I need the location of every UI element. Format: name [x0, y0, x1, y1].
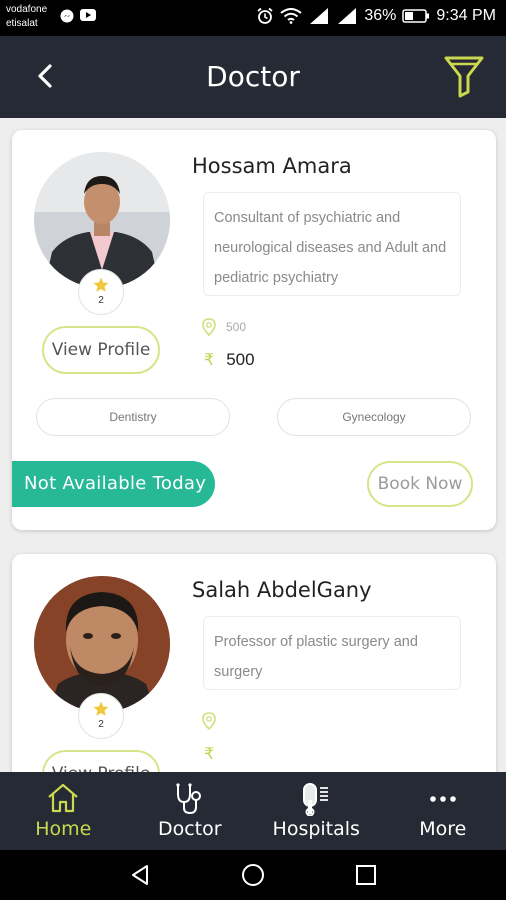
- view-profile-button[interactable]: View Profile: [42, 750, 160, 772]
- availability-badge: Not Available Today: [12, 461, 215, 507]
- doctor-description: Professor of plastic surgery and surgery: [203, 616, 461, 690]
- nav-doctor-label: Doctor: [157, 818, 222, 840]
- price-value: 500: [226, 350, 255, 369]
- rating-count: 2: [98, 719, 104, 730]
- price-row: ₹: [204, 744, 226, 764]
- doctor-card[interactable]: 2 Hossam Amara Consultant of psychiatric…: [12, 130, 496, 530]
- system-back-icon[interactable]: [128, 863, 152, 887]
- carrier-name-2: etisalat: [6, 18, 38, 29]
- wifi-icon: [280, 8, 302, 24]
- system-home-icon[interactable]: [241, 863, 265, 887]
- bottom-navigation: Home Doctor Hospitals More: [0, 772, 506, 850]
- rating-badge: 2: [78, 269, 124, 315]
- doctor-photo: [34, 576, 170, 712]
- stethoscope-icon: [176, 783, 201, 815]
- system-recents-icon[interactable]: [354, 863, 378, 887]
- more-dots-icon: [429, 796, 456, 802]
- app-bar: Doctor: [0, 36, 506, 118]
- price-row: ₹ 500: [204, 350, 255, 370]
- page-title: Doctor: [206, 60, 300, 93]
- messenger-icon: [60, 9, 74, 23]
- doctor-description: Consultant of psychiatric and neurologic…: [203, 192, 461, 296]
- status-time: 9:34 PM: [436, 7, 496, 24]
- nav-hospitals[interactable]: Hospitals: [253, 772, 380, 850]
- view-profile-button[interactable]: View Profile: [42, 326, 160, 374]
- system-navigation-bar: [0, 850, 506, 900]
- specialty-tag[interactable]: Gynecology: [277, 398, 471, 436]
- location-text: 500: [226, 320, 247, 334]
- doctor-name: Salah AbdelGany: [192, 578, 372, 602]
- currency-icon: ₹: [204, 746, 215, 763]
- doctor-photo: [34, 152, 170, 288]
- battery-icon: [402, 9, 430, 23]
- status-bar: vodafone etisalat 36% 9:34 PM: [0, 0, 506, 36]
- doctor-card[interactable]: 2 Salah AbdelGany Professor of plastic s…: [12, 554, 496, 772]
- signal-icon-1: [310, 8, 329, 24]
- nav-doctor[interactable]: Doctor: [127, 772, 254, 850]
- signal-icon-2: [338, 8, 357, 24]
- specialty-tag[interactable]: Dentistry: [36, 398, 230, 436]
- location-pin-icon: [202, 712, 216, 730]
- star-icon: [93, 701, 109, 716]
- nav-more[interactable]: More: [380, 772, 506, 850]
- location-row: [202, 712, 226, 730]
- nav-hospitals-label: Hospitals: [272, 818, 360, 840]
- currency-icon: ₹: [204, 352, 215, 369]
- rating-count: 2: [98, 295, 104, 306]
- hospital-icon: [303, 783, 329, 816]
- carrier-name-1: vodafone: [6, 4, 48, 15]
- location-row: 500: [202, 318, 246, 336]
- battery-percent: 36%: [364, 7, 397, 24]
- home-icon: [48, 783, 78, 813]
- doctor-list[interactable]: 2 Hossam Amara Consultant of psychiatric…: [0, 118, 506, 772]
- rating-badge: 2: [78, 693, 124, 739]
- alarm-icon: [257, 7, 273, 24]
- book-now-button[interactable]: Book Now: [367, 461, 473, 507]
- doctor-name: Hossam Amara: [192, 154, 352, 178]
- nav-more-label: More: [419, 818, 467, 840]
- carrier-info: vodafone etisalat: [6, 3, 47, 31]
- filter-button[interactable]: [442, 52, 486, 100]
- nav-home-label: Home: [35, 818, 92, 840]
- youtube-icon: [80, 9, 96, 21]
- filter-funnel-icon: [444, 56, 484, 98]
- star-icon: [93, 277, 109, 292]
- nav-home[interactable]: Home: [0, 772, 127, 850]
- status-right: 36% 9:34 PM: [256, 7, 496, 25]
- notification-icons: [60, 9, 96, 23]
- location-pin-icon: [202, 318, 216, 336]
